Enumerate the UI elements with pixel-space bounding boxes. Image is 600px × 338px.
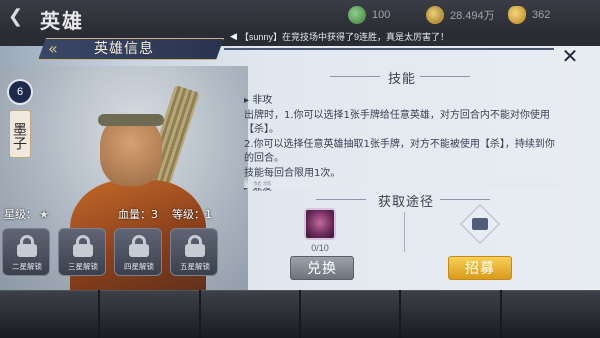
star-unlock-list: 二星解锁 三星解锁 四星解锁 五星解锁 bbox=[0, 228, 248, 276]
currency-gold-value: 362 bbox=[532, 9, 551, 21]
unlock-slot-4star[interactable]: 四星解锁 bbox=[114, 228, 162, 276]
star-icon: ★ bbox=[39, 207, 49, 221]
hero-name: 墨子 bbox=[9, 110, 31, 158]
level-label: 等级： bbox=[172, 208, 205, 221]
back-arrow-icon[interactable]: ❮ bbox=[8, 7, 30, 27]
lock-icon bbox=[17, 235, 37, 257]
currency-jade-value: 100 bbox=[372, 9, 391, 21]
hp-value: 3 bbox=[151, 207, 158, 221]
page-title: 英雄 bbox=[40, 9, 84, 33]
skill-section-title: 技能 bbox=[388, 72, 417, 87]
skill-title-rule-left bbox=[330, 76, 380, 77]
rarity-badge: 6 bbox=[7, 79, 33, 105]
background-hero-strip bbox=[0, 290, 600, 338]
hero-stats: 星级： ★ 血量： 3 等级： 1 bbox=[0, 206, 248, 224]
currency-coin[interactable]: 28.494万 bbox=[426, 6, 495, 24]
lock-icon bbox=[73, 235, 93, 257]
close-icon[interactable]: ✕ bbox=[560, 46, 580, 66]
coin-icon bbox=[426, 6, 444, 24]
panel-title: 英雄信息 bbox=[94, 41, 154, 57]
unlock-label: 四星解锁 bbox=[124, 262, 154, 271]
stat-hp: 血量： 3 bbox=[118, 206, 158, 222]
skill-description: 非攻 出牌时，1.你可以选择1张手牌给任意英雄，对方回合内不能对你使用【杀】。 … bbox=[244, 94, 564, 193]
recruit-button[interactable]: 招募 bbox=[448, 256, 512, 280]
lock-icon bbox=[185, 235, 205, 257]
unlock-slot-3star[interactable]: 三星解锁 bbox=[58, 228, 106, 276]
stat-level: 等级： 1 bbox=[172, 206, 212, 222]
skill-line-2: 2.你可以选择任意英雄抽取1张手牌，对方不能被使用【杀】，持续到你的回合。 bbox=[244, 138, 555, 165]
exchange-button[interactable]: 兑换 bbox=[290, 256, 354, 280]
unlock-label: 五星解锁 bbox=[180, 262, 210, 271]
acquire-title-rule-left bbox=[316, 199, 366, 200]
hp-label: 血量： bbox=[118, 208, 151, 221]
recruit-chest-icon bbox=[460, 204, 500, 244]
currency-jade[interactable]: 100 bbox=[348, 6, 390, 24]
lock-icon bbox=[129, 235, 149, 257]
unlock-slot-2star[interactable]: 二星解锁 bbox=[2, 228, 50, 276]
announcement-text: 【sunny】在竞技场中获得了9连胜，真是太厉害了！ bbox=[239, 31, 449, 42]
acquire-section-title: 获取途径 bbox=[378, 195, 435, 210]
currency-coin-value: 28.494万 bbox=[450, 10, 495, 22]
skill-scroll-fade bbox=[244, 176, 564, 188]
header-arrow-icon: « bbox=[48, 39, 58, 58]
unlock-label: 三星解锁 bbox=[68, 262, 98, 271]
header-divider bbox=[224, 48, 554, 50]
token-count: 0/10 bbox=[311, 243, 329, 253]
skill-name: 非攻 bbox=[244, 94, 564, 109]
speaker-icon: ◀ bbox=[230, 30, 237, 41]
star-label: 星级： bbox=[4, 208, 37, 221]
stat-star: 星级： ★ bbox=[4, 206, 49, 222]
acquire-title-rule-right bbox=[440, 199, 490, 200]
skill-title-rule-right bbox=[420, 76, 470, 77]
jade-icon bbox=[348, 6, 366, 24]
acquire-divider bbox=[404, 212, 405, 252]
unlock-label: 二星解锁 bbox=[12, 262, 42, 271]
unlock-slot-5star[interactable]: 五星解锁 bbox=[170, 228, 218, 276]
announcement-bar: ◀ 【sunny】在竞技场中获得了9连胜，真是太厉害了！ bbox=[230, 29, 600, 43]
skill-line-1: 出牌时，1.你可以选择1张手牌给任意英雄，对方回合内不能对你使用【杀】。 bbox=[244, 109, 550, 136]
gold-ingot-icon bbox=[508, 6, 526, 24]
currency-gold[interactable]: 362 bbox=[508, 6, 550, 24]
level-value: 1 bbox=[205, 207, 212, 221]
hero-token-icon bbox=[304, 208, 336, 240]
